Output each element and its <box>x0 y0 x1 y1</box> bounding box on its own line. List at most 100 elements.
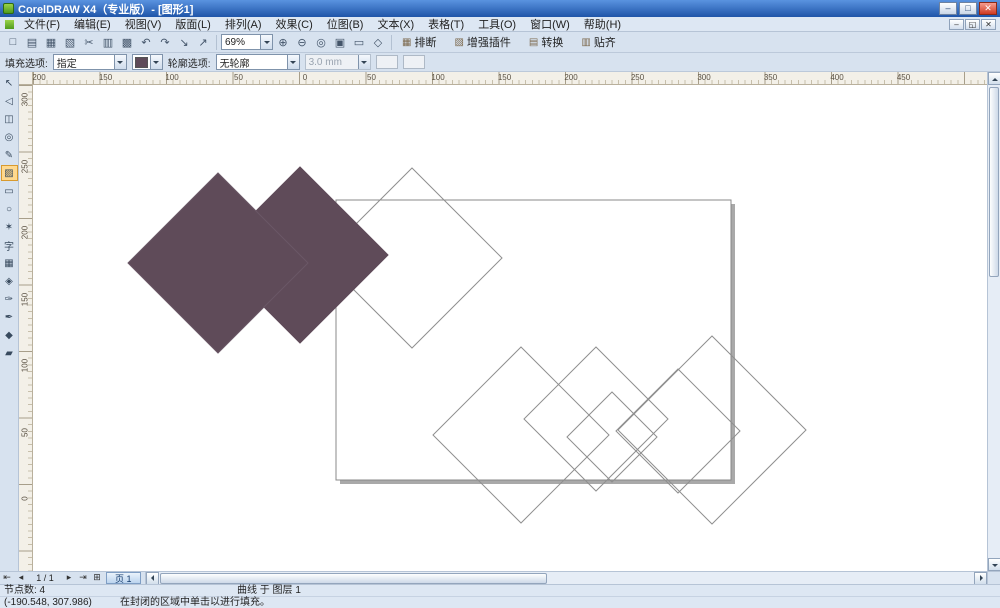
menu-item[interactable]: 视图(V) <box>118 16 169 32</box>
horizontal-scrollbar[interactable] <box>144 571 987 585</box>
outline-width-select: 3.0 mm <box>304 54 371 70</box>
standard-toolbar: □ ▤ ▦ ▧ ✂ ▥ ▩ ↶ ↷ ↘ ↗ 69% ⊕ ⊖ ◎ ▣ ▭ ◇ ▦ 排断 ▧ 增强插件 ▤ 转换 ▥ 贴齐 <box>0 32 1000 53</box>
maximize-button[interactable]: □ <box>959 2 977 15</box>
page-tab[interactable]: 页 1 <box>106 572 141 584</box>
chevron-down-icon <box>260 35 272 49</box>
minimize-button[interactable]: – <box>939 2 957 15</box>
menu-item[interactable]: 工具(O) <box>471 16 523 32</box>
smart-fill-tool[interactable]: ▨ <box>0 165 18 181</box>
fill-options-select[interactable]: 指定 <box>52 54 127 70</box>
interactive-fill-tool[interactable]: ▰ <box>1 345 18 361</box>
blend-tool[interactable]: ◈ <box>1 273 18 289</box>
zoom-out-icon[interactable]: ⊖ <box>293 34 311 51</box>
polygon-tool[interactable]: ✶ <box>1 219 18 235</box>
scroll-up-icon[interactable] <box>988 72 1000 85</box>
toolbar-button[interactable]: ▤ 转换 <box>523 34 569 51</box>
ruler-label: 200 <box>20 225 30 240</box>
top-ruler[interactable]: 200 150 100 50 0 50 100 150 200 250 300 350 400 450 <box>33 72 987 85</box>
vertical-scrollbar[interactable] <box>987 72 1000 571</box>
crop-tool[interactable]: ◫ <box>1 111 18 127</box>
zoom-tool[interactable]: ◎ <box>1 129 18 145</box>
drawing-canvas[interactable] <box>33 85 987 571</box>
toolbar-button[interactable]: ▦ 排断 <box>396 34 442 51</box>
rectangle-tool[interactable]: ▭ <box>1 183 18 199</box>
toolbar-button-icon: ▥ <box>581 36 591 48</box>
menu-item[interactable]: 文本(X) <box>370 16 421 32</box>
ruler-origin-corner[interactable] <box>19 72 33 85</box>
ruler-label: 0 <box>302 73 308 82</box>
toolbar-separator <box>391 34 392 50</box>
ellipse-tool[interactable]: ○ <box>1 201 18 217</box>
import-icon[interactable]: ↘ <box>175 34 193 51</box>
cut-icon[interactable]: ✂ <box>80 34 98 51</box>
outline-pen-tool[interactable]: ✒ <box>1 309 18 325</box>
status-bar: 节点数: 4 曲线 于 图层 1 <box>0 584 1000 596</box>
ruler-label: 150 <box>98 73 113 82</box>
close-button[interactable]: ✕ <box>979 2 997 15</box>
shape-tool[interactable]: ◁ <box>1 93 18 109</box>
next-page-icon[interactable]: ▸ <box>62 572 76 584</box>
fill-tool[interactable]: ◆ <box>1 327 18 343</box>
zoom-level-select[interactable]: 69% <box>221 34 273 50</box>
undo-icon[interactable]: ↶ <box>137 34 155 51</box>
scroll-left-icon[interactable] <box>145 571 159 585</box>
ruler-label: 450 <box>896 73 911 82</box>
chevron-down-icon <box>357 55 370 69</box>
menu-item[interactable]: 版面(L) <box>168 16 217 32</box>
fill-color-picker[interactable] <box>131 54 163 70</box>
paste-icon[interactable]: ▩ <box>118 34 136 51</box>
previous-page-icon[interactable]: ◂ <box>14 572 28 584</box>
horizontal-scroll-thumb[interactable] <box>159 572 547 584</box>
ruler-label: 400 <box>830 73 844 82</box>
zoom-width-icon[interactable]: ▭ <box>350 34 368 51</box>
toolbar-button[interactable]: ▧ 增强插件 <box>448 34 516 51</box>
left-ruler[interactable]: 300 250 200 150 100 50 0 <box>19 85 33 571</box>
menu-item[interactable]: 排列(A) <box>218 16 269 32</box>
mdi-close-button[interactable]: ✕ <box>981 18 996 30</box>
print-icon[interactable]: ▧ <box>61 34 79 51</box>
zoom-in-icon[interactable]: ⊕ <box>274 34 292 51</box>
zoom-page-icon[interactable]: ▣ <box>331 34 349 51</box>
menu-item[interactable]: 帮助(H) <box>577 16 628 32</box>
save-icon[interactable]: ▦ <box>42 34 60 51</box>
mdi-restore-button[interactable]: ◱ <box>965 18 980 30</box>
fill-options-label: 填充选项: <box>5 58 48 70</box>
ruler-label: 350 <box>763 73 778 82</box>
outline-style-spinner[interactable] <box>402 55 425 69</box>
text-tool[interactable]: 字 <box>1 237 18 253</box>
pick-tool[interactable]: ↖ <box>1 75 18 91</box>
freehand-tool[interactable]: ✎ <box>1 147 18 163</box>
drawing-page[interactable] <box>335 199 732 481</box>
menu-item[interactable]: 编辑(E) <box>67 16 118 32</box>
table-tool[interactable]: ▦ <box>1 255 18 271</box>
vertical-scroll-thumb[interactable] <box>989 87 999 277</box>
outline-options-select[interactable]: 无轮廓 <box>215 54 300 70</box>
mdi-minimize-button[interactable]: – <box>949 18 964 30</box>
first-page-icon[interactable]: ⇤ <box>0 572 14 584</box>
scroll-right-icon[interactable] <box>974 571 987 585</box>
ruler-label: 50 <box>234 73 243 82</box>
copy-icon[interactable]: ▥ <box>99 34 117 51</box>
menu-item[interactable]: 文件(F) <box>17 16 67 32</box>
zoom-selected-icon[interactable]: ◇ <box>369 34 387 51</box>
toolbar-button-label: 转换 <box>541 37 564 49</box>
zoom-actual-icon[interactable]: ◎ <box>312 34 330 51</box>
new-icon[interactable]: □ <box>4 34 22 51</box>
menu-item[interactable]: 效果(C) <box>269 16 320 32</box>
last-page-icon[interactable]: ⇥ <box>76 572 90 584</box>
toolbar-button[interactable]: ▥ 贴齐 <box>575 34 621 51</box>
redo-icon[interactable]: ↷ <box>156 34 174 51</box>
eyedropper-tool[interactable]: ✑ <box>1 291 18 307</box>
toolbar-button-label: 增强插件 <box>466 37 511 49</box>
add-page-icon[interactable]: ⊞ <box>90 572 104 584</box>
toolbar-button-icon: ▦ <box>402 36 412 48</box>
menu-item[interactable]: 位图(B) <box>320 16 371 32</box>
outline-width-spinner[interactable] <box>375 55 398 69</box>
menu-item[interactable]: 表格(T) <box>421 16 471 32</box>
toolbar-zoom-icons: ⊕ ⊖ ◎ ▣ ▭ ◇ <box>274 34 387 51</box>
scroll-down-icon[interactable] <box>988 558 1000 571</box>
scrollbar-corner <box>987 571 1000 585</box>
open-icon[interactable]: ▤ <box>23 34 41 51</box>
export-icon[interactable]: ↗ <box>194 34 212 51</box>
menu-item[interactable]: 窗口(W) <box>523 16 577 32</box>
